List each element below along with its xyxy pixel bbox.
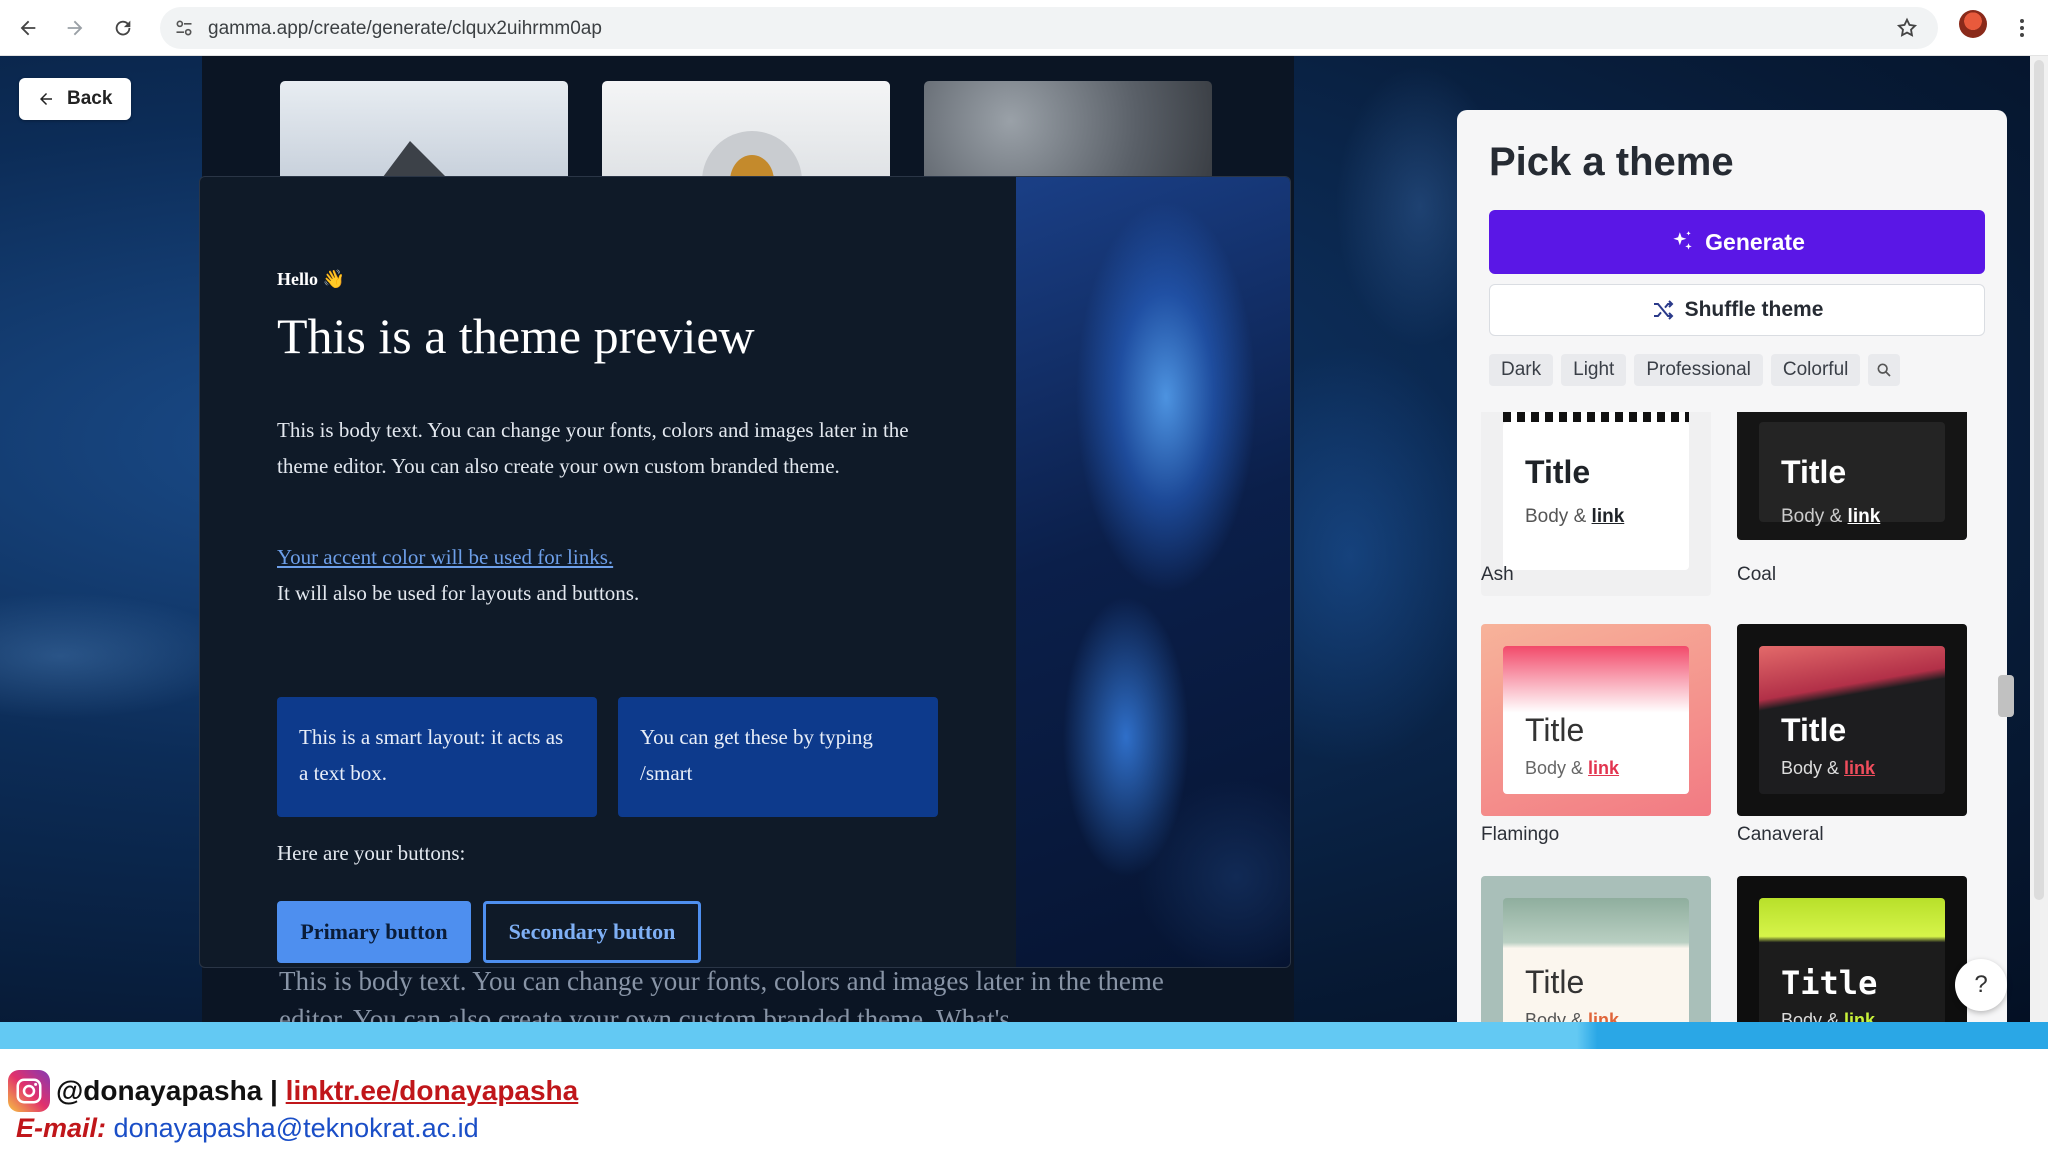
smart-layout-box: You can get these by typing /smart (618, 697, 938, 817)
shuffle-label: Shuffle theme (1684, 298, 1824, 321)
app-canvas: Back Hello 👋 This is a theme preview Thi… (0, 56, 2030, 1022)
theme-link-sample: link (1844, 758, 1876, 778)
forward-arrow-icon[interactable] (57, 10, 93, 46)
instagram-icon (8, 1070, 50, 1112)
slide-body-text: This is body text. You can change your f… (279, 966, 1164, 1022)
slide-thumbnail[interactable] (924, 81, 1212, 181)
preview-title: This is a theme preview (277, 308, 755, 364)
buttons-label: Here are your buttons: (277, 841, 466, 865)
theme-grid: Title Body & link Ash Title Body & link (1481, 412, 1991, 1022)
theme-grid-scrollbar[interactable] (1998, 675, 2014, 717)
theme-title-sample: Title (1781, 454, 1847, 490)
theme-body-sample: Body & (1525, 758, 1589, 778)
theme-name: Coal (1737, 564, 1777, 585)
theme-title-sample: Title (1525, 964, 1585, 1000)
preview-content: Hello 👋 This is a theme preview This is … (200, 177, 1016, 967)
help-button[interactable]: ? (1955, 959, 2007, 1011)
panel-title: Pick a theme (1489, 140, 1734, 184)
theme-link-sample: link (1844, 1010, 1876, 1022)
generate-button[interactable]: Generate (1489, 210, 1985, 274)
theme-link-sample: link (1591, 506, 1625, 527)
email-address[interactable]: donayapasha@teknokrat.ac.id (114, 1113, 479, 1143)
preview-body: This is body text. You can change your f… (277, 418, 909, 478)
kebab-menu-icon[interactable] (2004, 10, 2040, 46)
theme-body-sample: Body & (1525, 506, 1592, 527)
site-settings-icon[interactable] (174, 18, 194, 43)
theme-title-sample: Title (1781, 964, 1878, 1002)
separator: | (262, 1075, 286, 1106)
theme-link-sample: link (1847, 506, 1881, 527)
slide-thumbnail[interactable] (602, 81, 890, 181)
reload-icon[interactable] (105, 10, 141, 46)
overlay-banner-bar (0, 1022, 2048, 1049)
browser-toolbar: gamma.app/create/generate/clqux2uihrmm0a… (0, 0, 2048, 56)
email-label: E-mail: (16, 1113, 107, 1143)
url-text[interactable]: gamma.app/create/generate/clqux2uihrmm0a… (208, 18, 602, 40)
preview-image (1016, 177, 1290, 967)
arrow-left-icon (40, 93, 52, 105)
theme-title-sample: Title (1781, 712, 1847, 748)
theme-name: Flamingo (1481, 824, 1560, 845)
slide-thumbnail[interactable] (280, 81, 568, 181)
theme-body-sample: Body & (1781, 506, 1848, 527)
accent-link[interactable]: Your accent color will be used for links… (277, 545, 613, 570)
back-arrow-icon[interactable] (10, 10, 46, 46)
theme-title-sample: Title (1525, 454, 1591, 490)
filter-professional[interactable]: Professional (1634, 354, 1763, 386)
mountain-image (380, 141, 450, 181)
smart-layout-box: This is a smart layout: it acts as a tex… (277, 697, 597, 817)
pattern-image (1503, 412, 1689, 422)
theme-name: Ash (1481, 564, 1514, 585)
theme-picker-panel: Pick a theme Generate Shuffle theme Dark… (1457, 110, 2007, 1022)
theme-body-sample: Body & (1781, 1010, 1845, 1022)
back-label: Back (67, 88, 113, 109)
theme-body-sample: Body & (1781, 758, 1845, 778)
instagram-handle: @donayapasha (56, 1075, 263, 1106)
bookmark-star-icon[interactable] (1896, 17, 1918, 44)
filter-colorful[interactable]: Colorful (1770, 354, 1861, 386)
theme-title-sample: Title (1525, 712, 1585, 748)
social-handles: @donayapasha | linktr.ee/donayapasha (56, 1075, 578, 1107)
profile-avatar[interactable] (1959, 10, 1987, 38)
secondary-button[interactable]: Secondary button (483, 901, 701, 963)
search-icon (1877, 363, 1891, 377)
filter-search-button[interactable] (1868, 354, 1901, 386)
theme-filters: Dark Light Professional Colorful (1489, 354, 1901, 386)
linktree-link[interactable]: linktr.ee/donayapasha (286, 1075, 579, 1106)
astronaut-image (702, 131, 802, 181)
theme-link-sample: link (1588, 758, 1620, 778)
sparkle-icon (1673, 231, 1692, 250)
address-bar[interactable]: gamma.app/create/generate/clqux2uihrmm0a… (160, 7, 1938, 49)
generate-label: Generate (1705, 228, 1805, 255)
primary-button[interactable]: Primary button (277, 901, 471, 963)
theme-body-sample: Body & (1525, 1010, 1589, 1022)
email-line: E-mail: donayapasha@teknokrat.ac.id (16, 1113, 479, 1144)
filter-dark[interactable]: Dark (1489, 354, 1554, 386)
page-scrollbar-thumb[interactable] (2034, 60, 2044, 900)
theme-link-sample: link (1588, 1010, 1620, 1022)
back-button[interactable]: Back (19, 78, 131, 120)
shuffle-icon (1653, 300, 1673, 320)
theme-name: Canaveral (1737, 824, 1824, 845)
filter-light[interactable]: Light (1561, 354, 1627, 386)
theme-preview-card: Hello 👋 This is a theme preview This is … (199, 176, 1291, 968)
shuffle-theme-button[interactable]: Shuffle theme (1489, 284, 1985, 336)
preview-hello: Hello 👋 (277, 269, 345, 289)
accent-note: It will also be used for layouts and but… (277, 581, 640, 605)
